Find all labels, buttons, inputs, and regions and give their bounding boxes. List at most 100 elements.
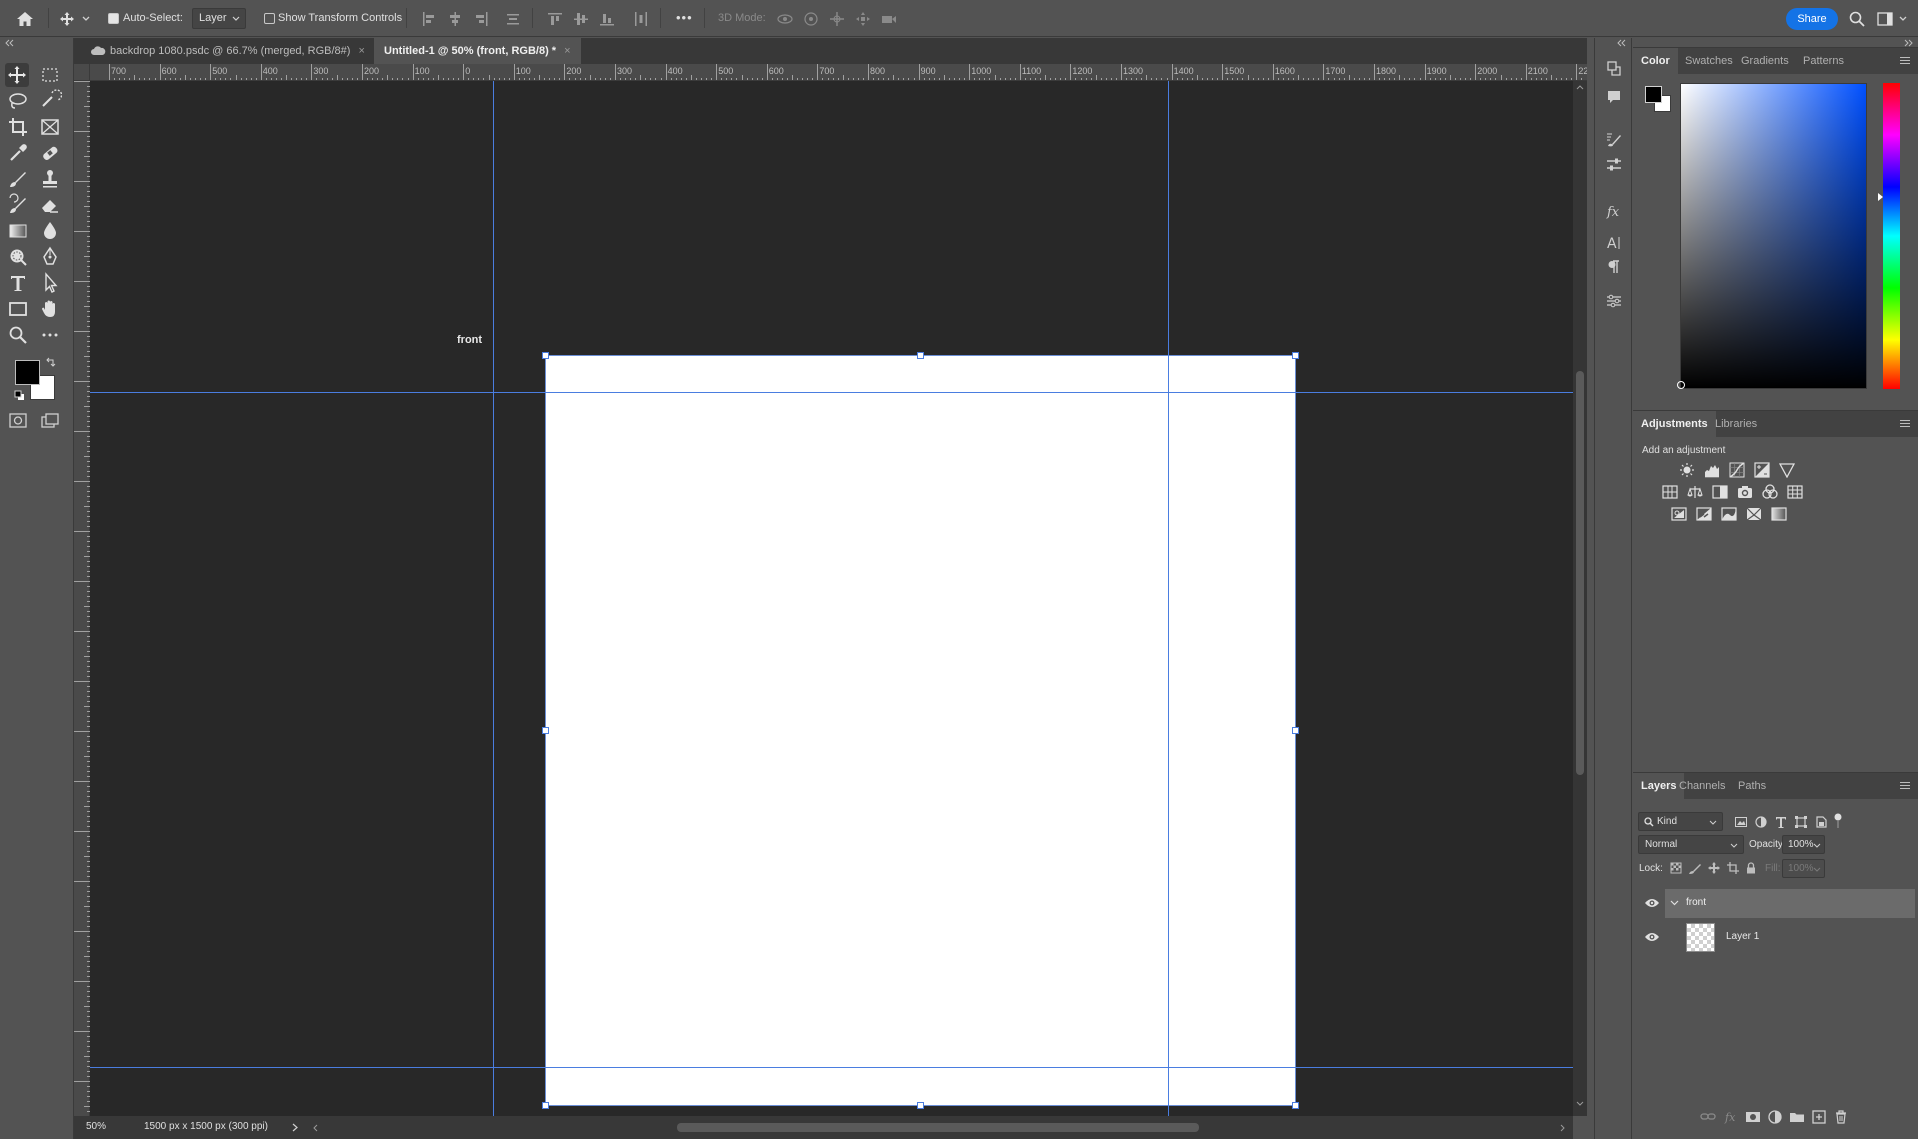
new-fill-adjustment-layer-icon[interactable] — [1767, 1109, 1783, 1125]
lock-position-icon[interactable] — [1707, 861, 1721, 875]
brush-settings-icon[interactable] — [1604, 129, 1624, 149]
link-layers-icon[interactable] — [1700, 1109, 1716, 1125]
color-field[interactable] — [1677, 83, 1867, 389]
layer-visibility-eye-icon[interactable] — [1644, 931, 1660, 943]
history-brush-tool-icon[interactable] — [6, 193, 30, 217]
vibrance-icon[interactable] — [1779, 462, 1795, 478]
fill-input[interactable]: 100% — [1782, 859, 1825, 878]
transform-handle[interactable] — [1292, 727, 1299, 734]
guide-horizontal[interactable] — [90, 392, 1573, 393]
eraser-tool-icon[interactable] — [38, 193, 62, 217]
align-bottom-edges-icon[interactable] — [598, 10, 616, 28]
screen-mode-icon[interactable] — [40, 412, 60, 430]
filter-adjustment-layers-icon[interactable] — [1754, 815, 1768, 829]
3d-scale-icon[interactable] — [880, 10, 898, 28]
tab-swatches[interactable]: Swatches — [1677, 48, 1741, 74]
selective-color-icon[interactable] — [1746, 506, 1762, 522]
paragraph-panel-icon[interactable] — [1604, 257, 1624, 277]
tab-gradients[interactable]: Gradients — [1733, 48, 1797, 74]
path-selection-tool-icon[interactable] — [38, 271, 62, 295]
transform-handle[interactable] — [917, 352, 924, 359]
auto-select-checkbox[interactable] — [108, 13, 119, 24]
quick-mask-icon[interactable] — [8, 412, 28, 430]
foreground-color-swatch[interactable] — [15, 360, 40, 385]
healing-brush-tool-icon[interactable] — [38, 141, 62, 165]
horizontal-scrollbar[interactable] — [90, 1116, 1573, 1139]
filter-type-layers-icon[interactable] — [1774, 815, 1788, 829]
blur-tool-icon[interactable] — [38, 219, 62, 243]
artboard-label[interactable]: front — [457, 334, 482, 346]
swap-colors-icon[interactable] — [45, 356, 57, 368]
hue-slider-marker[interactable] — [1877, 193, 1884, 201]
layer-row-layer-1[interactable]: Layer 1 — [1640, 919, 1915, 955]
default-colors-icon[interactable] — [14, 390, 26, 402]
layer-visibility-eye-icon[interactable] — [1644, 897, 1660, 909]
adjustment-presets-icon[interactable] — [1604, 291, 1624, 311]
3d-roll-icon[interactable] — [802, 10, 820, 28]
horizontal-ruler[interactable]: 700 600 500 400 300 200 100 0 100 200 300 400 500 600… — [90, 64, 1587, 81]
workspace-switcher-icon[interactable] — [1876, 10, 1910, 28]
type-tool-icon[interactable] — [6, 271, 30, 295]
scroll-left-icon[interactable] — [312, 1124, 318, 1132]
object-selection-tool-icon[interactable] — [38, 89, 62, 113]
tab-libraries[interactable]: Libraries — [1707, 411, 1765, 437]
document-info[interactable]: 1500 px x 1500 px (300 ppi) — [144, 1121, 268, 1132]
panel-menu-icon[interactable] — [1900, 57, 1910, 66]
edit-toolbar-icon[interactable] — [38, 323, 62, 347]
transform-handle[interactable] — [917, 1102, 924, 1109]
blend-mode-dropdown[interactable]: Normal — [1638, 835, 1744, 854]
filter-pixel-layers-icon[interactable] — [1734, 815, 1748, 829]
expand-group-chevron-icon[interactable] — [1670, 900, 1679, 906]
panel-menu-icon[interactable] — [1900, 782, 1910, 791]
pen-tool-icon[interactable] — [38, 245, 62, 269]
3d-orbit-icon[interactable] — [776, 10, 794, 28]
move-tool-icon[interactable] — [5, 63, 29, 87]
share-button[interactable]: Share — [1786, 8, 1838, 30]
vertical-ruler[interactable] — [74, 81, 90, 1116]
auto-select-target-dropdown[interactable]: Layer — [192, 8, 246, 29]
zoom-level[interactable]: 50% — [86, 1121, 106, 1132]
vertical-scroll-thumb[interactable] — [1576, 371, 1584, 775]
new-group-icon[interactable] — [1789, 1109, 1805, 1125]
eyedropper-tool-icon[interactable] — [6, 141, 30, 165]
move-tool-preset-icon[interactable] — [58, 9, 92, 29]
close-tab-icon[interactable]: × — [564, 45, 570, 57]
frame-tool-icon[interactable] — [38, 115, 62, 139]
hue-slider[interactable] — [1883, 83, 1900, 389]
tab-channels[interactable]: Channels — [1671, 773, 1733, 799]
channel-mixer-icon[interactable] — [1762, 484, 1778, 500]
3d-slide-icon[interactable] — [854, 10, 872, 28]
delete-layer-icon[interactable] — [1833, 1109, 1849, 1125]
collapse-panels-icon[interactable] — [1616, 38, 1628, 48]
layer-filter-dropdown[interactable]: Kind — [1638, 812, 1723, 831]
history-panel-icon[interactable] — [1604, 59, 1624, 79]
exposure-icon[interactable] — [1754, 462, 1770, 478]
layer-name[interactable]: front — [1686, 897, 1706, 908]
transform-handle[interactable] — [1292, 352, 1299, 359]
filter-smart-objects-icon[interactable] — [1814, 815, 1828, 829]
invert-icon[interactable] — [1671, 506, 1687, 522]
properties-panel-icon[interactable] — [1604, 155, 1624, 175]
panel-menu-icon[interactable] — [1900, 420, 1910, 429]
color-balance-icon[interactable] — [1687, 484, 1703, 500]
scroll-right-icon[interactable] — [1560, 1124, 1566, 1132]
brightness-contrast-icon[interactable] — [1679, 462, 1695, 478]
lock-all-icon[interactable] — [1744, 861, 1758, 875]
color-field-picker[interactable] — [1677, 381, 1685, 389]
3d-pan-icon[interactable] — [828, 10, 846, 28]
black-white-icon[interactable] — [1712, 484, 1728, 500]
crop-tool-icon[interactable] — [6, 115, 30, 139]
new-layer-icon[interactable] — [1811, 1109, 1827, 1125]
show-transform-controls-checkbox[interactable] — [264, 13, 275, 24]
status-menu-chevron-icon[interactable] — [292, 1123, 298, 1132]
color-panel-foreground-swatch[interactable] — [1645, 86, 1662, 103]
photo-filter-icon[interactable] — [1737, 484, 1753, 500]
curves-icon[interactable] — [1729, 462, 1745, 478]
add-mask-icon[interactable] — [1745, 1109, 1761, 1125]
tab-color[interactable]: Color — [1633, 48, 1678, 74]
opacity-input[interactable]: 100% — [1782, 835, 1825, 854]
more-options-button[interactable]: ••• — [676, 10, 693, 25]
filter-toggle-icon[interactable] — [1833, 813, 1843, 829]
document-tab-backdrop[interactable]: backdrop 1080.psdc @ 66.7% (merged, RGB/… — [80, 38, 375, 64]
gradient-tool-icon[interactable] — [6, 219, 30, 243]
